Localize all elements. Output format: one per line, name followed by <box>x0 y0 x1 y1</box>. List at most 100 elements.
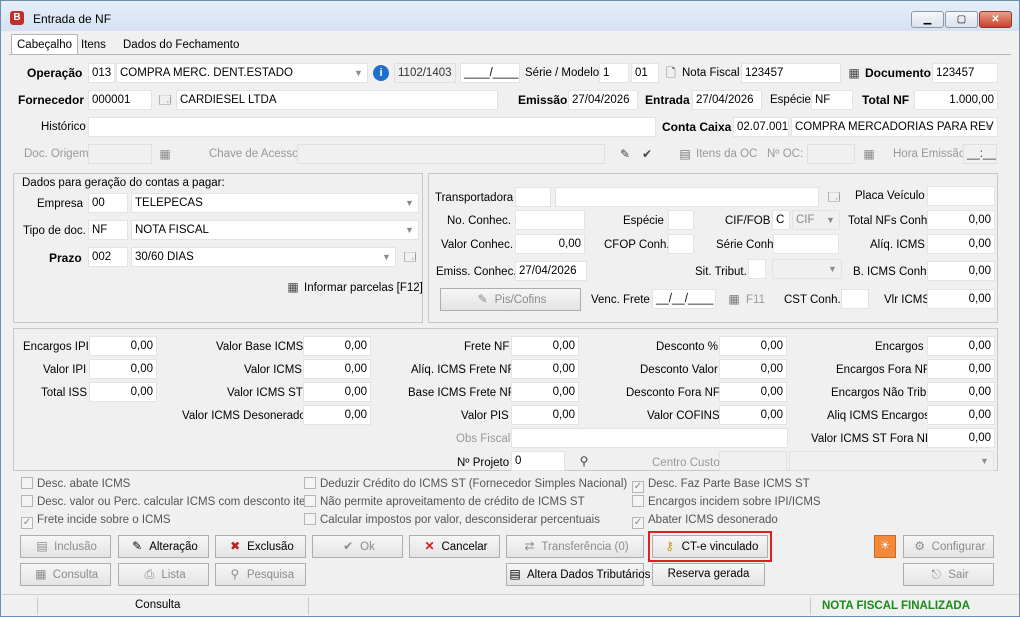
search-window-icon[interactable]: 🗔 <box>157 92 173 108</box>
prazo-code-input[interactable]: 002 <box>88 247 128 267</box>
serie-input[interactable]: 1 <box>599 63 629 83</box>
search-window-icon[interactable]: 🗔 <box>826 189 842 205</box>
minimize-button[interactable]: ▁ <box>911 11 944 28</box>
consulta-button[interactable]: ▦ Consulta <box>20 563 111 586</box>
checkbox-nao-permite[interactable]: Não permite aproveitamento de crédito de… <box>304 495 585 509</box>
valor-conhec-input[interactable]: 0,00 <box>515 234 585 254</box>
transportadora-name-input[interactable] <box>555 187 819 207</box>
inclusao-button[interactable]: ▤ Inclusão <box>20 535 111 558</box>
entrada-input[interactable]: 27/04/2026 <box>692 90 762 110</box>
fornecedor-code-input[interactable]: 000001 <box>88 90 152 110</box>
checkbox-desc-faz-parte[interactable]: ✓ Desc. Faz Parte Base ICMS ST <box>632 477 810 493</box>
search-window-icon[interactable]: 🗔 <box>402 249 418 265</box>
sit-tribut-code[interactable] <box>748 259 766 279</box>
informar-parcelas-link[interactable]: Informar parcelas [F12] <box>304 281 423 295</box>
transferencia-button[interactable]: ⇄ Transferência (0) <box>506 535 644 558</box>
prazo-combo[interactable]: 30/60 DIAS ▼ <box>131 247 396 267</box>
aliq-icms-frete-field[interactable]: 0,00 <box>511 359 579 379</box>
emiss-conhec-input[interactable]: 27/04/2026 <box>515 261 587 281</box>
valor-icms-st-field[interactable]: 0,00 <box>303 382 371 402</box>
configurar-button[interactable]: ⚙ Configurar <box>903 535 994 558</box>
empresa-combo[interactable]: TELEPECAS ▼ <box>131 193 419 213</box>
encargos-nao-trib-field[interactable]: 0,00 <box>927 382 995 402</box>
valor-pis-field[interactable]: 0,00 <box>511 405 579 425</box>
no-conhec-input[interactable] <box>515 210 585 230</box>
base-icms-frete-field[interactable]: 0,00 <box>511 382 579 402</box>
historico-input[interactable] <box>88 117 656 137</box>
sit-tribut-combo[interactable]: ▼ <box>772 259 842 279</box>
conta-caixa-combo[interactable]: COMPRA MERCADORIAS PARA REV ▼ <box>791 117 998 137</box>
document-icon[interactable]: 🗋 <box>663 65 679 81</box>
cfop-conh-input[interactable] <box>668 234 694 254</box>
encargos-field[interactable]: 0,00 <box>927 336 995 356</box>
transportadora-code-input[interactable] <box>515 187 551 207</box>
tab-itens[interactable]: Itens <box>75 35 112 55</box>
desconto-valor-field[interactable]: 0,00 <box>719 359 787 379</box>
cte-vinculado-button[interactable]: ⚷ CT-e vinculado <box>652 535 768 558</box>
checkbox-desc-valor-perc[interactable]: Desc. valor ou Perc. calcular ICMS com d… <box>21 495 315 509</box>
placa-veiculo-input[interactable] <box>927 186 995 206</box>
cst-conh-input[interactable] <box>841 289 869 309</box>
desconto-fora-field[interactable]: 0,00 <box>719 382 787 402</box>
pesquisa-button[interactable]: ⚲ Pesquisa <box>215 563 306 586</box>
tab-cabecalho[interactable]: Cabeçalho <box>11 34 78 55</box>
valor-cofins-field[interactable]: 0,00 <box>719 405 787 425</box>
cancelar-button[interactable]: ✕ Cancelar <box>409 535 500 558</box>
maximize-button[interactable]: ▢ <box>945 11 978 28</box>
ok-button[interactable]: ✔ Ok <box>312 535 403 558</box>
serie-conh-input[interactable] <box>773 234 839 254</box>
especie-conhec-input[interactable] <box>668 210 694 230</box>
tipo-doc-code-input[interactable]: NF <box>88 220 128 240</box>
cfop2-input[interactable]: ____/____ <box>460 63 520 83</box>
especie-input[interactable]: NF <box>811 90 853 110</box>
altera-dados-button[interactable]: ▤ Altera Dados Tributários <box>506 563 650 586</box>
checkbox-abater-icms[interactable]: ✓ Abater ICMS desonerado <box>632 513 778 529</box>
frete-nf-field[interactable]: 0,00 <box>511 336 579 356</box>
venc-frete-input[interactable]: __/__/____ <box>652 289 716 309</box>
checkbox-deduzir-credito[interactable]: Deduzir Crédito do ICMS ST (Fornecedor S… <box>304 477 627 491</box>
valor-base-icms-field[interactable]: 0,00 <box>303 336 371 356</box>
total-nfs-conh-field[interactable]: 0,00 <box>927 210 995 230</box>
nota-fiscal-input[interactable]: 123457 <box>741 63 841 83</box>
emissao-input[interactable]: 27/04/2026 <box>568 90 638 110</box>
checkbox-encargos-incidem[interactable]: Encargos incidem sobre IPI/ICMS <box>632 495 821 509</box>
b-icms-conh-field[interactable]: 0,00 <box>927 261 995 281</box>
close-button[interactable]: ✕ <box>979 11 1012 28</box>
reserva-gerada-button[interactable]: Reserva gerada <box>652 563 765 586</box>
aliq-icms-field[interactable]: 0,00 <box>927 234 995 254</box>
documento-input[interactable]: 123457 <box>932 63 998 83</box>
lightbulb-button[interactable]: ☀ <box>874 535 896 558</box>
binoculars-icon[interactable]: ⚲ <box>576 453 592 469</box>
valor-ipi-field[interactable]: 0,00 <box>89 359 157 379</box>
vlr-icms-field[interactable]: 0,00 <box>927 289 995 309</box>
valor-icms-field[interactable]: 0,00 <box>303 359 371 379</box>
cif-fob-combo[interactable]: CIF ▼ <box>792 210 840 230</box>
alteracao-button[interactable]: ✎ Alteração <box>118 535 209 558</box>
centro-custo-combo[interactable]: ▼ <box>789 451 994 471</box>
valor-icms-st-fora-field[interactable]: 0,00 <box>927 428 995 448</box>
checkbox-calcular-impostos[interactable]: Calcular impostos por valor, desconsider… <box>304 513 600 527</box>
operacao-code-input[interactable]: 013 <box>88 63 115 83</box>
obs-fiscal-input[interactable] <box>511 428 788 448</box>
cif-fob-code[interactable]: C <box>772 210 790 230</box>
valor-icms-desonerado-field[interactable]: 0,00 <box>303 405 371 425</box>
edit-icon[interactable]: ✎ <box>617 146 633 162</box>
modelo-input[interactable]: 01 <box>631 63 659 83</box>
info-icon[interactable]: i <box>373 65 389 81</box>
encargos-fora-field[interactable]: 0,00 <box>927 359 995 379</box>
pis-cofins-button[interactable]: ✎ Pis/Cofins <box>440 288 581 311</box>
empresa-code-input[interactable]: 00 <box>88 193 128 213</box>
exclusao-button[interactable]: ✖ Exclusão <box>215 535 306 558</box>
conta-caixa-code[interactable]: 02.07.001 <box>733 117 789 137</box>
operacao-combo[interactable]: COMPRA MERC. DENT.ESTADO ▼ <box>116 63 368 83</box>
encargos-ipi-field[interactable]: 0,00 <box>89 336 157 356</box>
total-iss-field[interactable]: 0,00 <box>89 382 157 402</box>
sair-button[interactable]: ⎋ Sair <box>903 563 994 586</box>
aliq-icms-encargos-field[interactable]: 0,00 <box>927 405 995 425</box>
fornecedor-name-field[interactable]: CARDIESEL LTDA <box>176 90 498 110</box>
numero-projeto-input[interactable]: 0 <box>511 451 565 471</box>
total-nf-field[interactable]: 1.000,00 <box>914 90 998 110</box>
checkbox-desc-abate-icms[interactable]: Desc. abate ICMS <box>21 477 130 491</box>
tab-dados-fechamento[interactable]: Dados do Fechamento <box>117 35 245 55</box>
check-icon[interactable]: ✔ <box>639 146 655 162</box>
